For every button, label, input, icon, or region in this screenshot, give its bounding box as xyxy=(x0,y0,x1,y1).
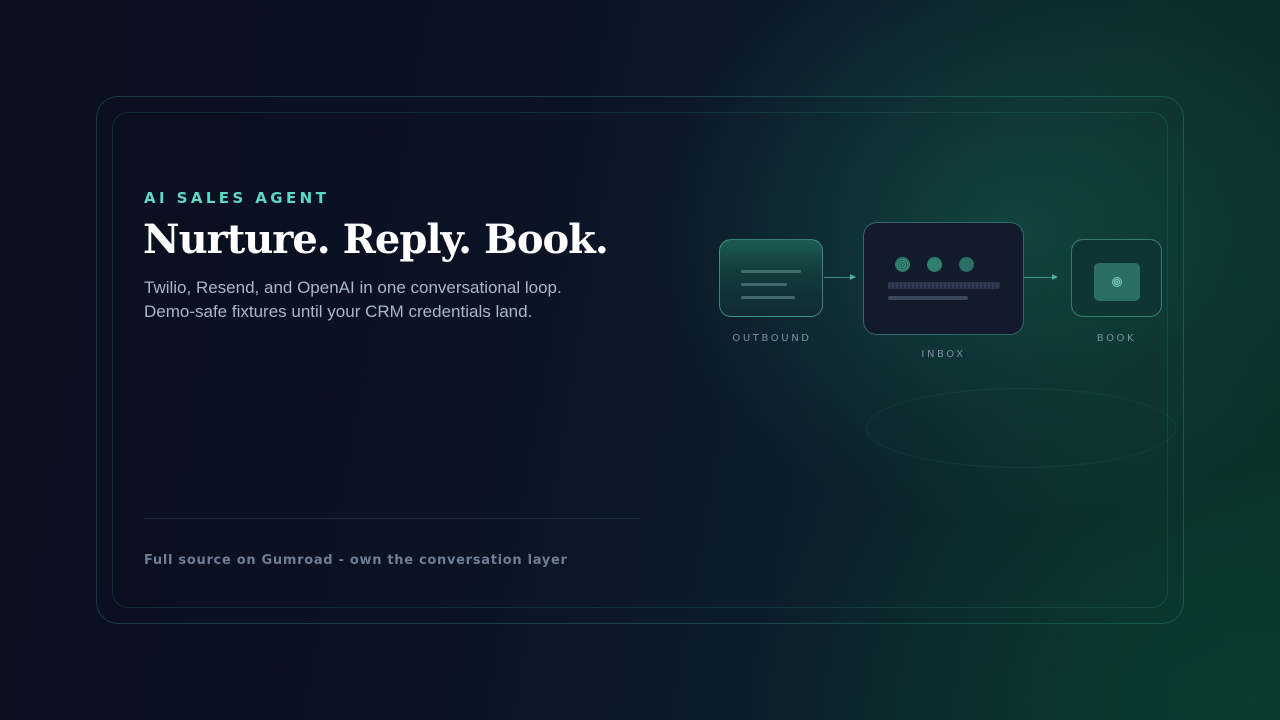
calendar-booking-icon xyxy=(1094,263,1140,301)
arrow-inbox-to-book xyxy=(1024,274,1058,280)
book-node xyxy=(1071,239,1162,317)
subtitle-line-2: Demo-safe fixtures until your CRM creden… xyxy=(144,302,533,321)
inbox-node xyxy=(863,222,1024,335)
book-caption: BOOK xyxy=(1096,333,1137,344)
divider xyxy=(144,518,640,519)
arrow-outbound-to-inbox xyxy=(824,274,856,280)
outbound-node xyxy=(719,239,823,317)
subtitle-line-1: Twilio, Resend, and OpenAI in one conver… xyxy=(144,278,562,297)
page-title: Nurture. Reply. Book. xyxy=(143,216,609,263)
inbox-caption: INBOX xyxy=(921,349,966,360)
inner-frame xyxy=(112,112,1168,608)
eyebrow-label: AI SALES AGENT xyxy=(144,189,330,207)
outbound-caption: OUTBOUND xyxy=(732,333,812,344)
footer-note: Full source on Gumroad - own the convers… xyxy=(144,553,568,568)
decorative-ring xyxy=(866,388,1176,468)
